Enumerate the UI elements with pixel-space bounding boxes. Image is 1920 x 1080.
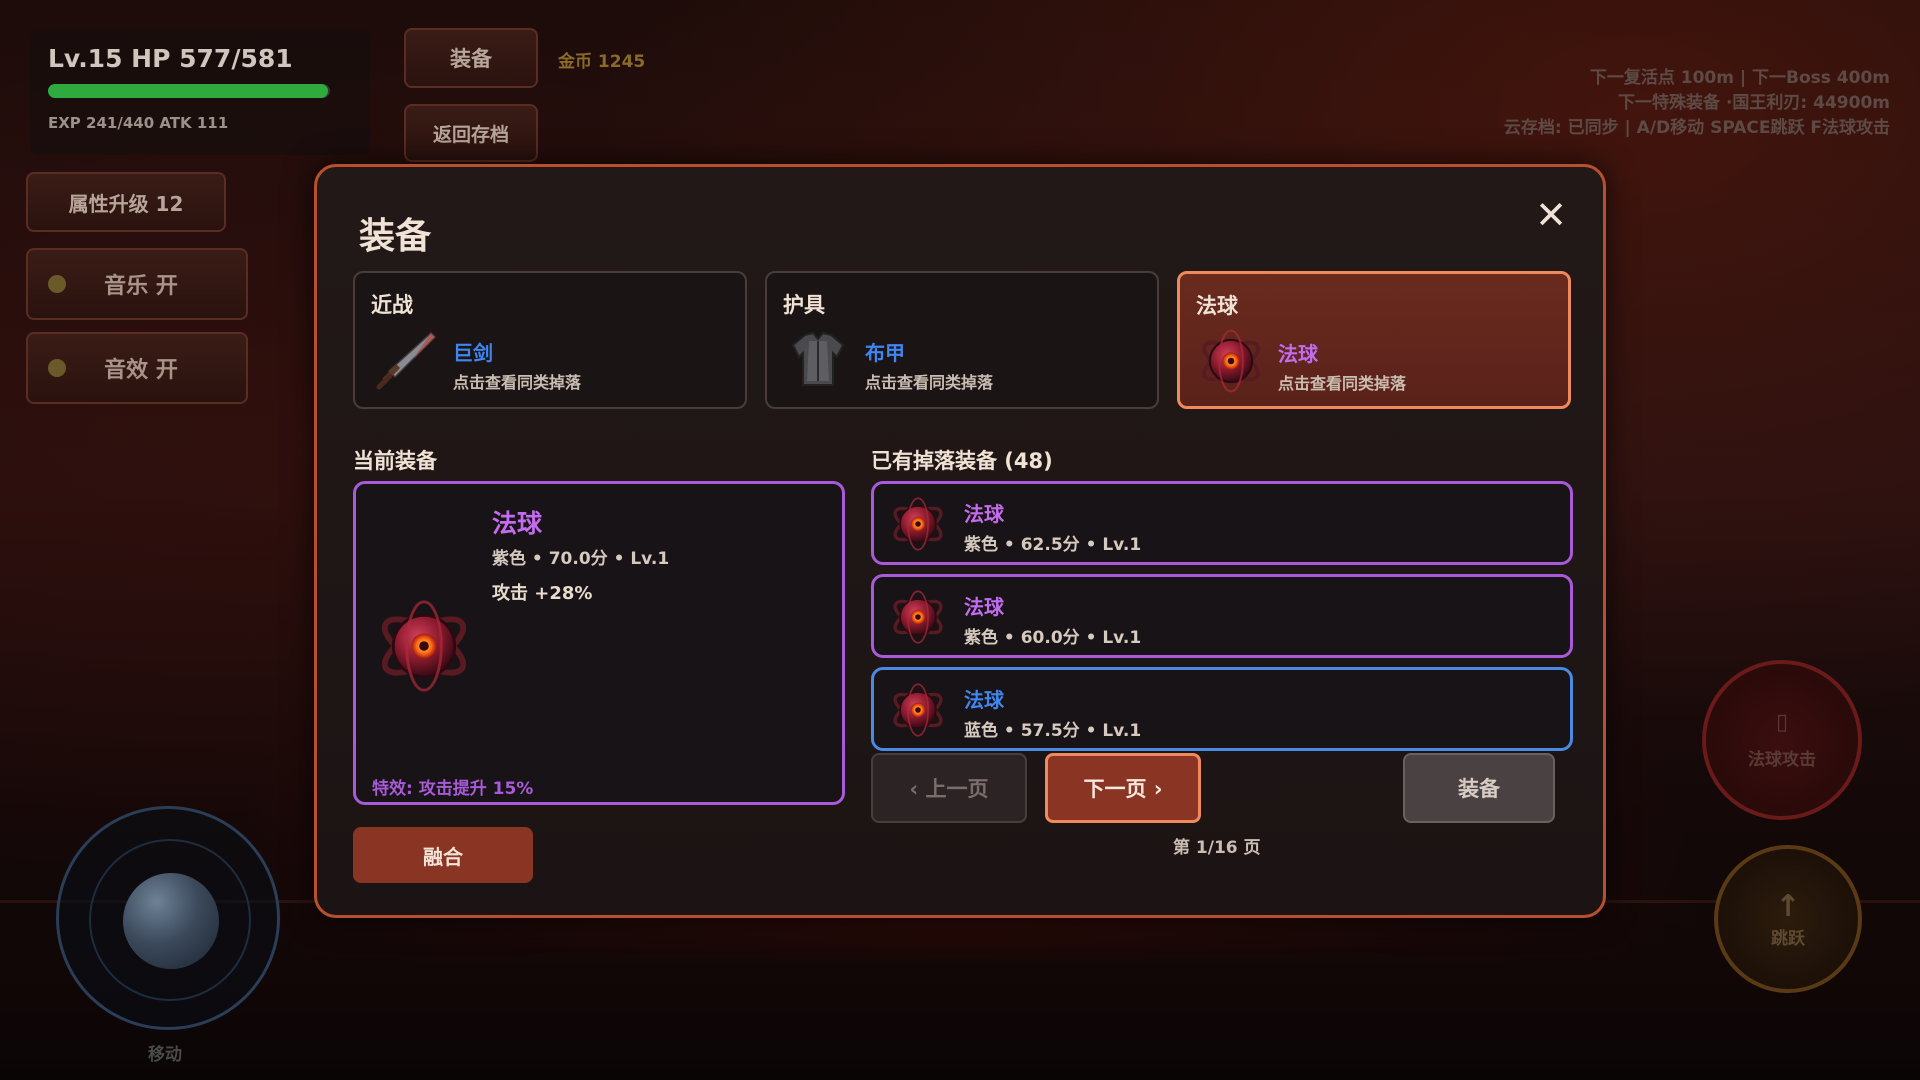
exp-atk-text: EXP 241/440 ATK 111 <box>48 114 229 132</box>
info-line: 云存档: 已同步 | A/D移动 SPACE跳跃 F法球攻击 <box>1503 118 1890 138</box>
music-toggle-indicator <box>48 275 66 293</box>
equip-button[interactable]: 装备 <box>1403 753 1555 823</box>
drop-item-row[interactable]: 法球 紫色 • 60.0分 • Lv.1 <box>871 574 1573 658</box>
drop-item-meta: 紫色 • 62.5分 • Lv.1 <box>964 535 1142 555</box>
back-to-save-button[interactable]: 返回存档 <box>404 104 538 162</box>
current-item-meta: 紫色 • 70.0分 • Lv.1 <box>492 549 670 569</box>
drop-item-row[interactable]: 法球 紫色 • 62.5分 • Lv.1 <box>871 481 1573 565</box>
attribute-upgrade-button[interactable]: 属性升级 12 <box>26 172 226 232</box>
orb-icon <box>890 589 946 645</box>
level-hp-text: Lv.15 HP 577/581 <box>48 44 293 73</box>
info-line: 下一复活点 100m | 下一Boss 400m <box>1589 68 1890 88</box>
next-page-button[interactable]: 下一页 › <box>1045 753 1201 823</box>
hp-bar-fill <box>48 84 329 98</box>
orb-icon <box>890 496 946 552</box>
orb-icon <box>376 598 472 694</box>
slot-armor[interactable]: 护具 布甲 点击查看同类掉落 <box>765 271 1159 409</box>
slot-hint: 点击查看同类掉落 <box>1278 374 1407 393</box>
current-item-stat: 攻击 +28% <box>492 583 593 604</box>
slot-melee[interactable]: 近战 巨剑 点击查看同类掉落 <box>353 271 747 409</box>
armor-icon <box>791 331 845 386</box>
info-readout: 下一复活点 100m | 下一Boss 400m 下一特殊装备 ·国王利刃: 4… <box>1504 66 1890 141</box>
music-toggle[interactable]: 音乐 开 <box>26 248 248 320</box>
drop-item-name: 法球 <box>964 688 1004 712</box>
orb-attack-icon: ▯ <box>1775 710 1789 735</box>
slot-item-name: 布甲 <box>865 341 905 365</box>
orb-attack-label: 法球攻击 <box>1748 750 1816 770</box>
slot-orb[interactable]: 法球 法球 点击查看同类掉落 <box>1177 271 1571 409</box>
slot-category: 法球 <box>1196 294 1238 318</box>
slot-hint: 点击查看同类掉落 <box>865 373 994 392</box>
slot-item-name: 巨剑 <box>453 341 493 365</box>
sword-icon <box>376 331 437 390</box>
sfx-toggle-indicator <box>48 359 66 377</box>
joystick-label: 移动 <box>148 1045 182 1065</box>
arrow-up-icon: ↑ <box>1775 889 1801 924</box>
jump-button[interactable]: ↑ 跳跃 <box>1714 845 1862 993</box>
jump-label: 跳跃 <box>1771 929 1805 949</box>
joystick-knob[interactable] <box>123 873 219 969</box>
info-line: 下一特殊装备 ·国王利刃: 44900m <box>1618 93 1890 113</box>
orb-attack-button[interactable]: ▯ 法球攻击 <box>1702 660 1862 820</box>
current-equipment-heading: 当前装备 <box>353 449 437 473</box>
move-joystick[interactable] <box>56 806 280 1030</box>
current-item-effect: 特效: 攻击提升 15% <box>372 779 534 799</box>
close-icon[interactable]: ✕ <box>1535 193 1567 237</box>
sfx-toggle[interactable]: 音效 开 <box>26 332 248 404</box>
sfx-toggle-label: 音效 开 <box>104 358 178 383</box>
drop-item-name: 法球 <box>964 595 1004 619</box>
music-toggle-label: 音乐 开 <box>104 274 178 299</box>
slot-hint: 点击查看同类掉落 <box>453 373 582 392</box>
equip-menu-button[interactable]: 装备 <box>404 28 538 88</box>
ground <box>0 890 1920 1080</box>
drop-item-row[interactable]: 法球 蓝色 • 57.5分 • Lv.1 <box>871 667 1573 751</box>
slot-category: 近战 <box>371 293 413 317</box>
drops-heading: 已有掉落装备 (48) <box>871 449 1053 473</box>
page-indicator: 第 1/16 页 <box>1173 838 1261 858</box>
drop-item-meta: 蓝色 • 57.5分 • Lv.1 <box>964 721 1142 741</box>
orb-icon <box>1198 328 1264 394</box>
prev-page-button[interactable]: ‹ 上一页 <box>871 753 1027 823</box>
slot-item-name: 法球 <box>1278 342 1318 366</box>
current-item-name: 法球 <box>492 509 543 538</box>
gold-counter: 金币 1245 <box>558 52 646 72</box>
current-equipment-card: 法球 紫色 • 70.0分 • Lv.1 攻击 +28% 特效: 攻击提升 15… <box>353 481 845 805</box>
slot-category: 护具 <box>783 293 825 317</box>
fuse-button[interactable]: 融合 <box>353 827 533 883</box>
drop-item-name: 法球 <box>964 502 1004 526</box>
drop-item-meta: 紫色 • 60.0分 • Lv.1 <box>964 628 1142 648</box>
orb-icon <box>890 682 946 738</box>
hp-bar <box>48 84 330 98</box>
equipment-modal: 装备 ✕ 近战 巨剑 点击查看同类掉落 护具 布甲 点击查看同类掉落 法球 法球… <box>314 164 1606 918</box>
modal-title: 装备 <box>359 216 432 257</box>
